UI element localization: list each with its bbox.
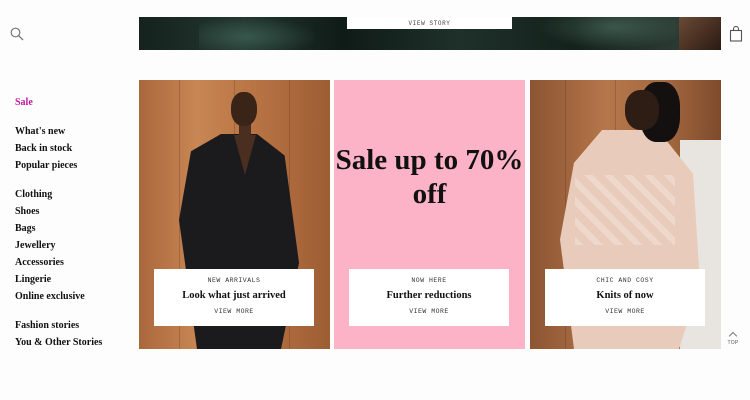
search-icon[interactable] — [10, 27, 24, 41]
view-more-link[interactable]: VIEW MORE — [545, 307, 705, 316]
sidebar-item-shoes[interactable]: Shoes — [15, 203, 135, 220]
view-more-link[interactable]: VIEW MORE — [154, 307, 314, 316]
sidebar-item-lingerie[interactable]: Lingerie — [15, 271, 135, 288]
promo-kicker: NOW HERE — [411, 277, 447, 284]
promo-heading[interactable]: Further reductions — [349, 289, 509, 303]
promo-tile-knits[interactable]: CHIC AND COSY Knits of now VIEW MORE — [530, 80, 721, 349]
hero-image-detail — [199, 17, 319, 50]
view-more-link[interactable]: VIEW MORE — [349, 307, 509, 316]
promo-tile-sale[interactable]: Sale up to 70% off NOW HERE Further redu… — [334, 80, 525, 349]
sale-headline: Sale up to 70% off — [335, 144, 524, 210]
sidebar-item-jewellery[interactable]: Jewellery — [15, 237, 135, 254]
promo-card[interactable]: NOW HERE Further reductions VIEW MORE — [349, 269, 509, 326]
sidebar-item-you-and-other-stories[interactable]: You & Other Stories — [15, 334, 135, 351]
sidebar-item-back-in-stock[interactable]: Back in stock — [15, 140, 135, 157]
promo-heading[interactable]: Knits of now — [545, 289, 705, 303]
sidebar-item-online-exclusive[interactable]: Online exclusive — [15, 288, 135, 305]
sidebar-nav: Sale What's new Back in stock Popular pi… — [15, 94, 135, 351]
sidebar-item-popular-pieces[interactable]: Popular pieces — [15, 157, 135, 174]
promo-card[interactable]: NEW ARRIVALS Look what just arrived VIEW… — [154, 269, 314, 326]
back-to-top-label: TOP — [727, 340, 739, 346]
hero-cta-card[interactable]: VIEW STORY — [347, 17, 512, 29]
promo-heading[interactable]: Look what just arrived — [154, 289, 314, 303]
hero-banner[interactable]: VIEW STORY — [139, 17, 721, 50]
promo-tile-new-arrivals[interactable]: NEW ARRIVALS Look what just arrived VIEW… — [139, 80, 330, 349]
cardigan-pattern — [575, 175, 675, 245]
promo-kicker: CHIC AND COSY — [596, 277, 654, 284]
hero-image-detail — [539, 17, 689, 50]
back-to-top-button[interactable]: TOP — [724, 331, 742, 347]
sidebar-item-fashion-stories[interactable]: Fashion stories — [15, 317, 135, 334]
model-head — [625, 90, 659, 130]
sidebar-item-bags[interactable]: Bags — [15, 220, 135, 237]
model-head — [231, 92, 257, 126]
sidebar-item-whats-new[interactable]: What's new — [15, 123, 135, 140]
sidebar-item-accessories[interactable]: Accessories — [15, 254, 135, 271]
hero-image-detail — [679, 17, 721, 50]
sidebar-item-sale[interactable]: Sale — [15, 94, 135, 111]
promo-kicker: NEW ARRIVALS — [207, 277, 261, 284]
sidebar-item-clothing[interactable]: Clothing — [15, 186, 135, 203]
shopping-bag-icon[interactable] — [729, 25, 743, 42]
promo-card[interactable]: CHIC AND COSY Knits of now VIEW MORE — [545, 269, 705, 326]
hero-cta-label[interactable]: VIEW STORY — [408, 20, 450, 27]
chevron-up-icon — [728, 331, 738, 341]
